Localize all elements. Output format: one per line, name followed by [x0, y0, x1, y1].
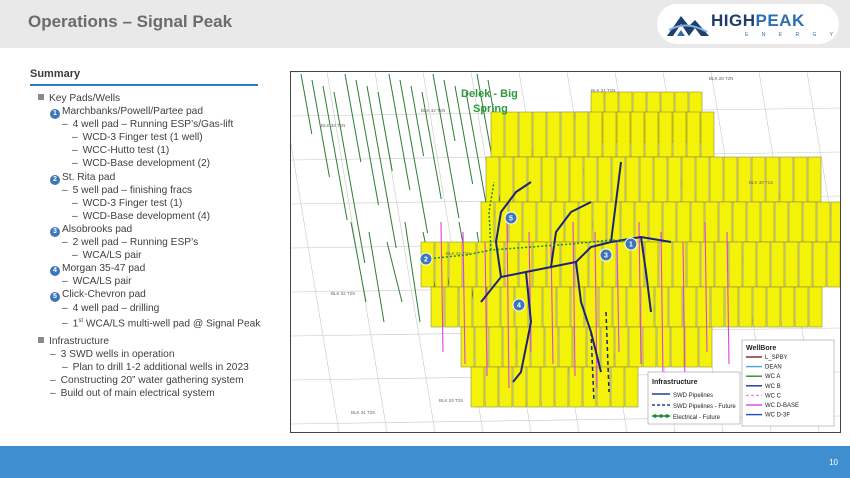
svg-text:4: 4 [517, 303, 521, 310]
svg-text:3: 3 [604, 253, 608, 260]
legend-title: Infrastructure [652, 379, 698, 386]
pad-2-subdetail: – WCD-3 Finger test (1) [72, 197, 183, 209]
infra-subitem: – Plan to drill 1-2 additional wells in 2… [62, 361, 249, 373]
wellbore-legend: WellBore L_SPBY DEAN WC A WC B WC C WC D-BASE… [741, 339, 835, 427]
mountain-icon [667, 16, 709, 36]
slide-header: Operations – Signal Peak HIGHPEAK E N E … [0, 0, 850, 48]
highpeak-logo: HIGHPEAK E N E R G Y [657, 4, 839, 44]
infrastructure-legend: Infrastructure SWD Pipelines SWD Pipelin… [647, 371, 741, 425]
pad-2-subdetail: – WCD-Base development (4) [72, 210, 211, 222]
legend-item: WC D-BASE [765, 403, 799, 409]
pad-item-4: 4 Morgan 35-47 pad [38, 262, 278, 277]
pad-marker: 5 [504, 211, 518, 225]
block-label: BLK 33 T2S [439, 398, 463, 403]
pad-marker: 4 [512, 298, 526, 312]
pad-marker: 3 [599, 248, 613, 262]
logo-subtitle: E N E R G Y [745, 32, 839, 38]
legend-item: DEAN [765, 365, 782, 371]
pad-marker: 2 [419, 252, 433, 266]
legend-item: SWD Pipelines - Future [673, 404, 736, 410]
pad-1-subdetail: – WCC-Hutto test (1) [72, 145, 170, 157]
summary-divider [30, 84, 258, 86]
pad-item-3: 3 Alsobrooks pad [38, 223, 278, 237]
pad-item-1: 1 Marchbanks/Powell/Partee pad [38, 105, 278, 120]
block-label: BLK 32 T2S [331, 291, 355, 296]
block-label: BLK 31 T2S [351, 410, 375, 415]
field-label: Delek - Big [461, 88, 518, 100]
map-canvas: 1 2 3 4 5 BLK 28 T2N BLK 31 T1N BLK 32 T1N BLK … [291, 72, 840, 432]
legend-item: WC D-3F [765, 413, 790, 419]
block-label: BLK 33 T1N [321, 123, 345, 128]
pad-1-detail: –4 well pad – Running ESP’s/Gas-lift [62, 119, 234, 131]
slide-footer: 10 [0, 446, 850, 478]
infra-item: –3 SWD wells in operation [50, 348, 175, 360]
summary-heading: Summary [30, 68, 81, 80]
block-label: BLK 30 T1S [749, 180, 773, 185]
legend-item: L_SPBY [765, 355, 788, 361]
infra-item: – Constructing 20” water gathering system [50, 374, 244, 386]
page-title: Operations – Signal Peak [28, 12, 233, 31]
legend-item: SWD Pipelines [673, 393, 713, 399]
field-label: Spring [473, 103, 508, 115]
pad-1-subdetail: – WCD-3 Finger test (1 well) [72, 132, 203, 144]
svg-text:2: 2 [424, 257, 428, 264]
legend-item: WC A [765, 374, 780, 380]
pad-marker: 1 [624, 237, 638, 251]
block-label: BLK 32 T1N [421, 108, 445, 113]
pad-2-detail: –5 well pad – finishing fracs [62, 184, 193, 196]
key-pads-bullet: Key Pads/Wells [38, 92, 278, 105]
block-label: BLK 28 T2N [709, 76, 733, 81]
page-number: 10 [829, 458, 838, 467]
signal-peak-map: 1 2 3 4 5 BLK 28 T2N BLK 31 T1N BLK 32 T1N BLK … [290, 71, 841, 433]
infra-item: – Build out of main electrical system [50, 388, 215, 400]
logo-wordmark: HIGHPEAK [711, 11, 805, 30]
legend-item: WC C [765, 393, 782, 399]
pad-5-detail: –4 well pad – drilling [62, 302, 160, 314]
block-label: BLK 34 T1N [446, 251, 470, 256]
svg-text:1: 1 [629, 242, 633, 249]
pad-item-2: 2 St. Rita pad [38, 171, 278, 185]
pad-5-detail: –1st WCA/LS multi-well pad @ Signal Peak [62, 317, 261, 329]
infrastructure-bullet: Infrastructure [38, 335, 278, 348]
pad-1-subdetail: – WCD-Base development (2) [72, 158, 211, 170]
block-label: BLK 31 T1N [591, 88, 615, 93]
pad-4-detail: – WCA/LS pair [62, 276, 132, 288]
pad-item-5: 5 Click-Chevron pad [38, 288, 278, 303]
summary-outline: Key Pads/Wells 1 Marchbanks/Powell/Partee… [38, 92, 278, 400]
pad-3-subdetail: – WCA/LS pair [72, 250, 142, 262]
svg-text:5: 5 [509, 216, 513, 223]
legend-title: WellBore [746, 345, 776, 352]
legend-item: WC B [765, 384, 781, 390]
legend-item: Electrical - Future [673, 415, 721, 421]
pad-3-detail: –2 well pad – Running ESP’s [62, 237, 199, 249]
